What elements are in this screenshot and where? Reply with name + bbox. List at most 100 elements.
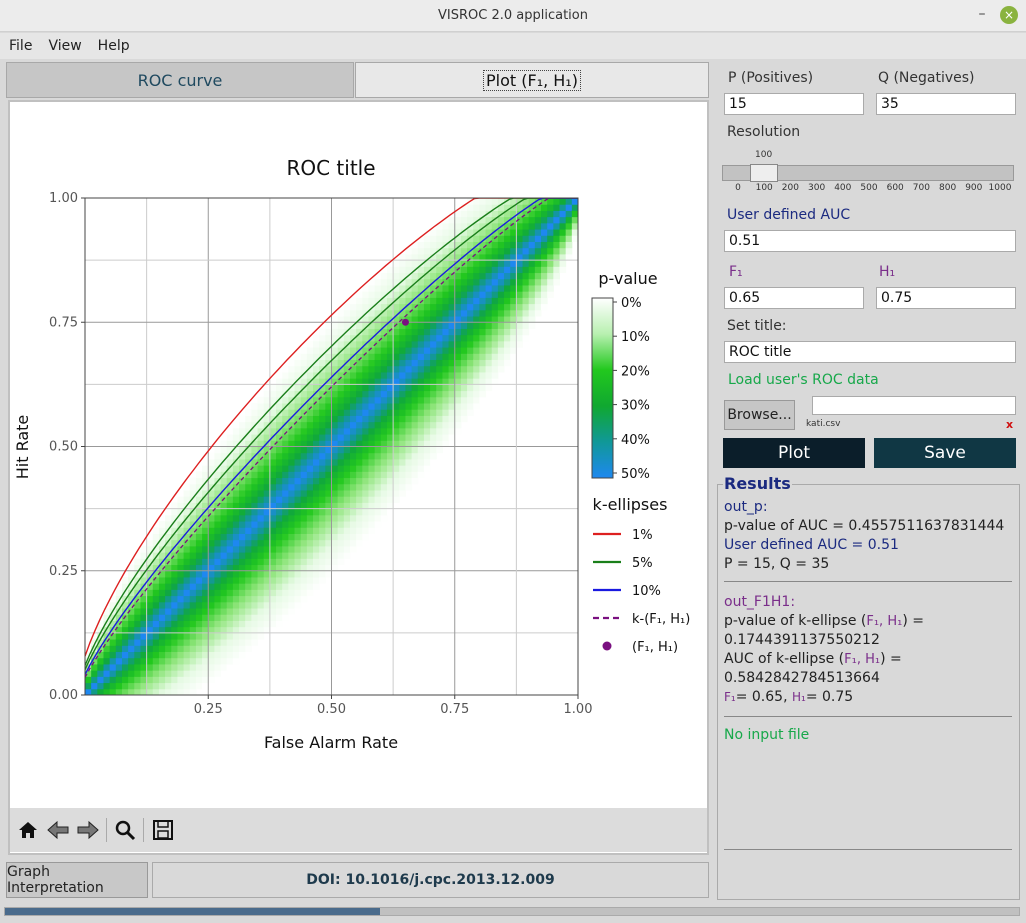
- heatmap-cell: [497, 322, 505, 329]
- heatmap-cell: [393, 353, 400, 361]
- heatmap-cell: [436, 334, 443, 342]
- heatmap-cell: [430, 316, 437, 323]
- heatmap-cell: [319, 496, 326, 503]
- heatmap-cell: [337, 340, 345, 348]
- heatmap-cell: [473, 297, 480, 305]
- no-input-file: No input file: [724, 727, 810, 743]
- heatmap-cell: [460, 390, 468, 398]
- h1-input[interactable]: 0.75: [876, 287, 1016, 309]
- heatmap-cell: [380, 340, 388, 348]
- heatmap-cell: [423, 297, 431, 305]
- heatmap-cell: [442, 222, 450, 230]
- heatmap-cell: [232, 570, 240, 578]
- heatmap-cell: [171, 576, 178, 584]
- heatmap-cell: [208, 614, 215, 621]
- heatmap-cell: [405, 471, 413, 479]
- back-icon[interactable]: [45, 817, 71, 843]
- forward-icon[interactable]: [75, 817, 101, 843]
- heatmap-cell: [146, 595, 154, 603]
- menu-help[interactable]: Help: [91, 38, 137, 54]
- tab-plot-f1h1[interactable]: Plot (F₁, H₁): [355, 62, 709, 98]
- heatmap-cell: [368, 471, 376, 479]
- heatmap-cell: [257, 632, 265, 640]
- heatmap-cell: [306, 471, 314, 479]
- x-axis-label: False Alarm Rate: [264, 733, 398, 752]
- tab-roc-curve[interactable]: ROC curve: [6, 62, 354, 98]
- heatmap-cell: [276, 545, 283, 553]
- heatmap-cell: [208, 533, 215, 541]
- browse-button[interactable]: Browse...: [724, 400, 795, 430]
- heatmap-cell: [541, 216, 548, 224]
- f1-input[interactable]: 0.65: [724, 287, 864, 309]
- auc-input[interactable]: 0.51: [724, 230, 1016, 252]
- heatmap-cell: [134, 682, 141, 690]
- heatmap-cell: [257, 558, 265, 566]
- heatmap-cell: [541, 229, 548, 236]
- heatmap-cell: [454, 216, 462, 224]
- x-tick-label: 1.00: [564, 702, 593, 717]
- p-input[interactable]: 15: [724, 93, 864, 115]
- heatmap-cell: [183, 558, 191, 566]
- heatmap-cell: [269, 390, 277, 398]
- heatmap-cell: [504, 309, 511, 317]
- file-path-input[interactable]: [812, 396, 1016, 415]
- heatmap-cell: [288, 514, 296, 522]
- heatmap-cell: [103, 657, 111, 665]
- heatmap-cell: [522, 229, 530, 236]
- heatmap-cell: [195, 527, 203, 534]
- heatmap-cell: [534, 303, 542, 311]
- q-input[interactable]: 35: [876, 93, 1016, 115]
- heatmap-cell: [405, 483, 413, 491]
- resolution-tick: 500: [860, 183, 878, 193]
- graph-interpretation-button[interactable]: Graph Interpretation: [6, 862, 148, 898]
- heatmap-cell: [553, 204, 561, 211]
- title-input[interactable]: ROC title: [724, 341, 1016, 363]
- colorbar-label: 0%: [621, 296, 642, 311]
- heatmap-cell: [485, 322, 493, 329]
- close-icon[interactable]: ×: [1000, 6, 1018, 24]
- heatmap-cell: [547, 235, 554, 242]
- heatmap-cell: [121, 626, 129, 634]
- heatmap-cell: [239, 458, 246, 466]
- heatmap-cell: [565, 235, 573, 242]
- heatmap-cell: [337, 427, 345, 435]
- heatmap-cell: [121, 657, 129, 665]
- heatmap-cell: [121, 688, 129, 695]
- heatmap-cell: [257, 421, 265, 429]
- resolution-slider-handle[interactable]: [750, 164, 778, 182]
- q-label: Q (Negatives): [878, 70, 975, 86]
- heatmap-cell: [362, 297, 369, 305]
- heatmap-cell: [183, 545, 191, 553]
- heatmap-cell: [528, 241, 536, 249]
- heatmap-cell: [226, 502, 234, 510]
- heatmap-cell: [251, 403, 259, 410]
- heatmap-cell: [128, 639, 135, 646]
- heatmap-cell: [411, 322, 419, 329]
- heatmap-cell: [343, 303, 351, 311]
- pq-result: P = 15, Q = 35: [724, 556, 830, 572]
- heatmap-cell: [522, 272, 530, 280]
- save-button[interactable]: Save: [874, 438, 1016, 468]
- heatmap-cell: [294, 564, 302, 572]
- menu-view[interactable]: View: [41, 38, 88, 54]
- heatmap-cell: [257, 521, 265, 528]
- heatmap-cell: [491, 340, 499, 348]
- heatmap-cell: [343, 440, 351, 447]
- heatmap-cell: [257, 403, 265, 410]
- menu-file[interactable]: File: [2, 38, 39, 54]
- heatmap-cell: [343, 309, 351, 317]
- heatmap-cell: [189, 626, 197, 634]
- save-icon[interactable]: [150, 817, 176, 843]
- plot-button[interactable]: Plot: [723, 438, 865, 468]
- home-icon[interactable]: [15, 817, 41, 843]
- minimize-icon[interactable]: –: [975, 7, 989, 22]
- zoom-icon[interactable]: [112, 817, 138, 843]
- heatmap-cell: [146, 589, 154, 597]
- heatmap-cell: [171, 583, 178, 590]
- heatmap-cell: [343, 489, 351, 497]
- heatmap-cell: [497, 260, 505, 267]
- clear-file-icon[interactable]: x: [1006, 418, 1013, 431]
- heatmap-cell: [522, 235, 530, 242]
- heatmap-cell: [460, 309, 468, 317]
- heatmap-cell: [423, 235, 431, 242]
